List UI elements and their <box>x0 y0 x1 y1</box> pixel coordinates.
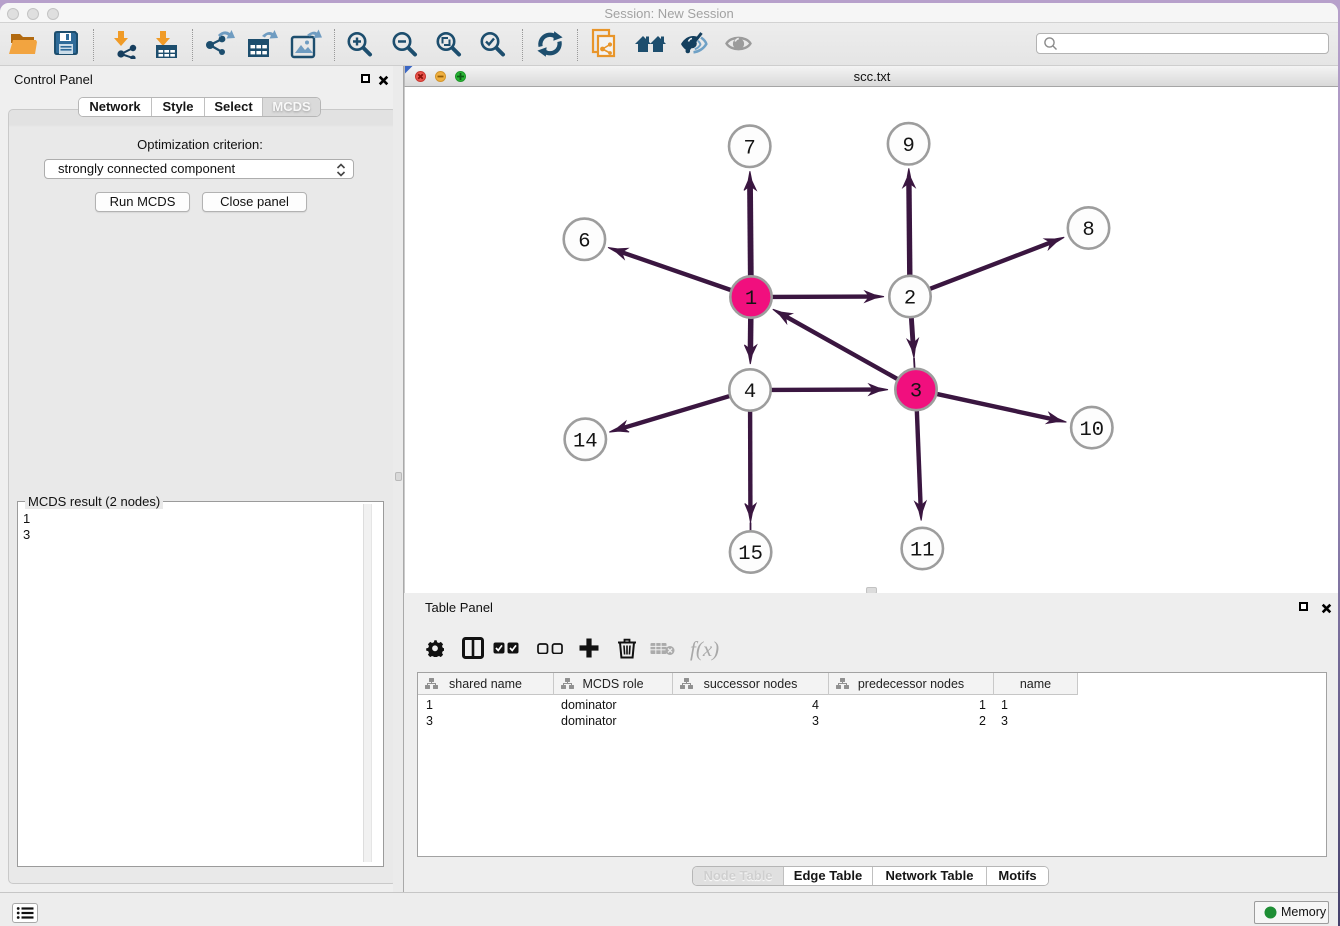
svg-text:4: 4 <box>744 381 756 404</box>
svg-text:11: 11 <box>910 540 935 563</box>
svg-text:6: 6 <box>578 231 590 254</box>
svg-text:2: 2 <box>904 288 916 311</box>
svg-text:14: 14 <box>573 431 598 454</box>
svg-text:8: 8 <box>1082 219 1094 242</box>
svg-text:1: 1 <box>745 288 757 311</box>
svg-text:10: 10 <box>1079 419 1104 442</box>
svg-text:15: 15 <box>738 543 763 566</box>
svg-text:3: 3 <box>910 381 922 404</box>
svg-text:7: 7 <box>744 138 756 161</box>
svg-text:9: 9 <box>902 135 914 158</box>
